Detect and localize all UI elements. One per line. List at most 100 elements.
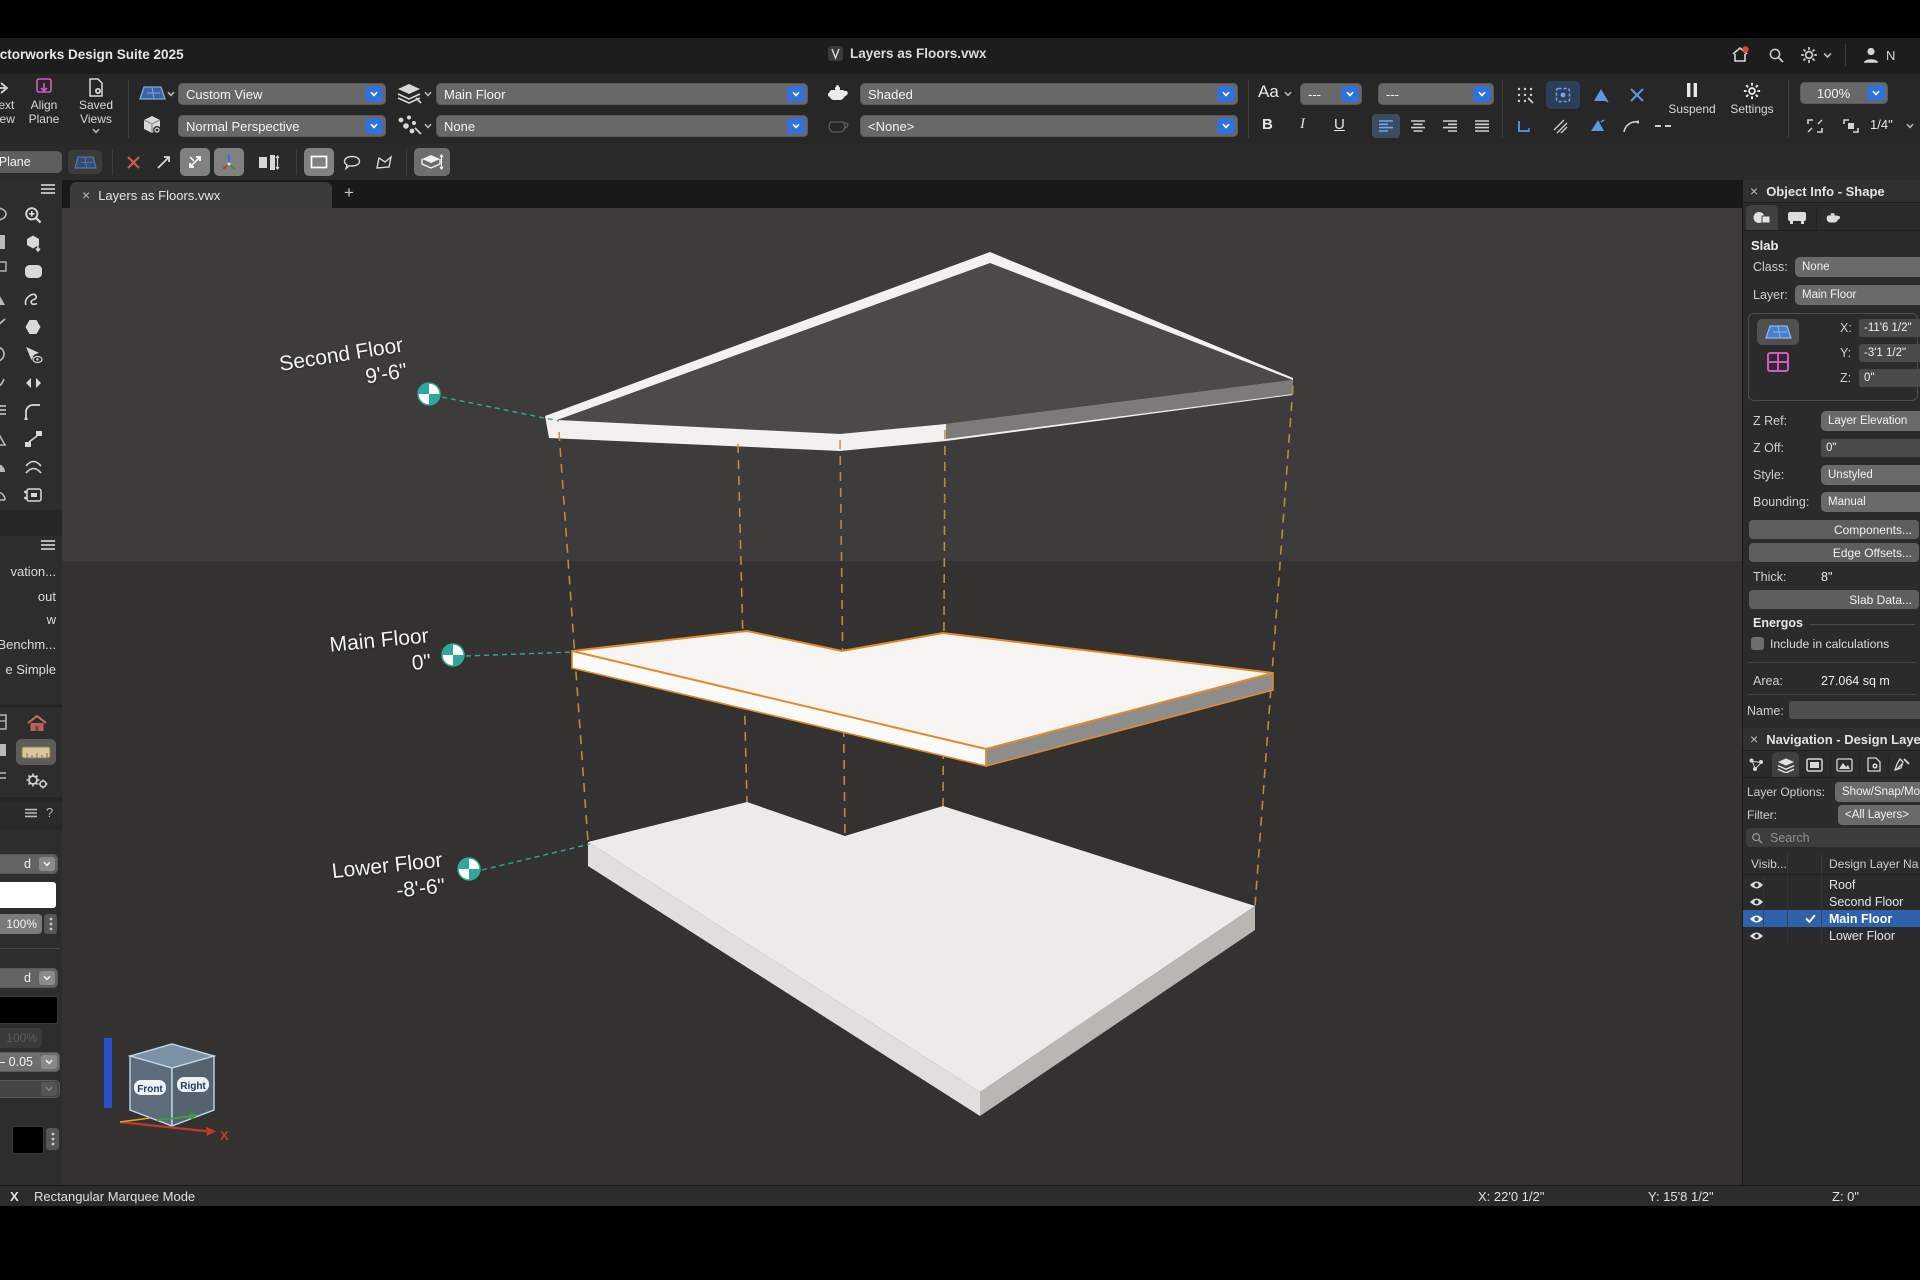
layer-search-box[interactable] [1746,828,1920,847]
col-visibility[interactable]: Visib... [1751,857,1787,871]
layer-row-roof[interactable]: Roof [1743,876,1920,893]
drop-shadow-swatch[interactable] [12,1126,44,1154]
navigation-header[interactable]: × Navigation - Design Layers [1743,728,1920,751]
trim-tool-icon[interactable] [18,482,48,508]
plane-mode-dropdown[interactable]: Layer Plane [0,151,62,173]
include-checkbox[interactable] [1751,637,1764,650]
view-plane-icon[interactable] [138,85,166,102]
snap-angle-icon[interactable] [1586,82,1616,108]
z-ref-dropdown[interactable]: Layer Elevation [1821,411,1920,431]
house-tool-icon[interactable] [22,711,52,735]
gears-icon[interactable] [22,769,52,793]
tool-set-item[interactable]: Benchm... [0,637,56,652]
tool-set-item[interactable]: out [0,589,56,604]
font-dropdown[interactable]: --- [1300,83,1362,105]
connect-combine-tool-icon[interactable] [18,426,48,452]
layer-dropdown[interactable]: Main Floor [1795,285,1920,305]
paint-roller-icon[interactable] [1582,114,1612,138]
tool-icon-partial[interactable] [0,204,10,224]
style-dropdown[interactable]: Unstyled [1821,465,1920,485]
projection-cube-icon[interactable] [140,114,164,136]
polygon-marquee-icon[interactable] [370,150,398,174]
col-name[interactable]: Design Layer Na [1829,857,1918,871]
ruler-tool-icon[interactable] [16,739,56,765]
layer-row-main-floor[interactable]: Main Floor [1743,910,1920,927]
fill-opacity-field[interactable]: 100% [0,914,42,934]
underline-button[interactable]: U [1334,116,1345,133]
hatch-icon[interactable] [1546,114,1576,138]
chevron-down-icon[interactable] [1823,52,1832,59]
layers-icon[interactable] [396,82,422,104]
mirror-tool-icon[interactable] [18,370,48,396]
lasso-marquee-icon[interactable] [338,150,366,174]
tool-icon-partial[interactable] [0,769,10,787]
bounding-dropdown[interactable]: Manual [1821,492,1920,512]
z-off-field[interactable]: 0" [1821,439,1920,457]
class-dots-icon[interactable] [396,114,422,136]
drop-shadow-stepper-icon[interactable] [46,1128,59,1150]
tab-document[interactable]: × Layers as Floors.vwx [70,182,332,208]
text-style-button[interactable]: Aa [1258,82,1279,102]
fill-color-swatch[interactable] [0,882,56,908]
z-field[interactable]: 0" [1859,369,1920,387]
layer-options-dropdown[interactable]: Show/Snap/Mo [1835,782,1920,802]
saved-views-button[interactable]: Saved Views [70,78,122,134]
x-field[interactable]: -11'6 1/2" [1859,319,1920,337]
snap-object-icon[interactable] [1546,81,1580,109]
tab-render[interactable] [1816,205,1849,230]
render-style-dropdown[interactable]: <None> [860,115,1238,137]
layer-row-lower-floor[interactable]: Lower Floor [1743,927,1920,944]
view-dropdown[interactable]: Custom View [178,83,386,105]
rounded-rectangle-tool-icon[interactable] [18,258,48,284]
tool-icon-partial[interactable] [0,741,10,759]
column-edit-icon[interactable] [252,150,286,174]
fit-to-window-icon[interactable] [1800,114,1830,138]
close-icon[interactable]: × [1750,183,1758,199]
zoom-tool-icon[interactable] [18,202,48,228]
chevron-down-icon[interactable] [1906,123,1914,129]
nav-tab-sheet-layers[interactable] [1801,752,1828,777]
snap-intersection-icon[interactable] [1622,82,1652,108]
close-icon[interactable]: × [82,187,90,203]
active-class-dropdown[interactable]: None [436,115,808,137]
no-constraint-icon[interactable] [120,150,146,174]
tab-data[interactable] [1781,205,1813,230]
hamburger-icon[interactable] [40,182,56,196]
polygon-tool-icon[interactable] [18,314,48,340]
freehand-tool-icon[interactable] [18,286,48,312]
fillet-tool-icon[interactable] [18,398,48,424]
tool-set-item[interactable]: w [0,612,56,627]
layer-row-second-floor[interactable]: Second Floor [1743,893,1920,910]
tab-shape[interactable] [1746,205,1778,230]
slab-mode-icon[interactable] [414,148,450,176]
slab-data-button[interactable]: Slab Data... [1749,590,1919,609]
render-teapot-icon[interactable] [824,82,852,104]
search-input[interactable] [1768,830,1892,846]
align-plane-button[interactable]: Align Plane [18,78,70,126]
render-mode-dropdown[interactable]: Shaded [860,83,1238,105]
chevron-down-icon[interactable] [167,91,175,97]
arc-tool-icon[interactable] [1616,114,1646,138]
nav-tab-classes[interactable] [1830,752,1858,777]
tool-icon-partial[interactable] [0,316,10,336]
align-left-icon[interactable] [1372,114,1400,138]
dash-style-icon[interactable] [1648,114,1678,138]
chevron-down-icon[interactable] [424,123,432,129]
search-icon[interactable] [1768,47,1785,64]
snap-grid-icon[interactable] [1510,82,1540,108]
tool-set-item[interactable]: e Simple [0,662,56,677]
pen-color-swatch[interactable] [0,996,58,1024]
name-field[interactable] [1789,701,1920,719]
nav-tab-design-layers[interactable] [1772,752,1799,777]
eye-icon[interactable] [1749,880,1764,890]
working-plane-axis-icon[interactable] [214,148,244,176]
pen-style-dropdown[interactable]: d [0,968,58,988]
hamburger-icon[interactable] [40,538,56,552]
view-cube-right-label[interactable]: Right [180,1081,206,1092]
opacity-stepper-icon[interactable] [44,914,57,934]
tool-icon-partial[interactable] [0,456,10,476]
new-tab-button[interactable]: + [344,183,354,203]
settings-button[interactable]: Settings [1722,82,1782,116]
nav-tab-objects[interactable] [1743,752,1770,777]
nav-tab-saved-views[interactable] [1888,752,1916,777]
